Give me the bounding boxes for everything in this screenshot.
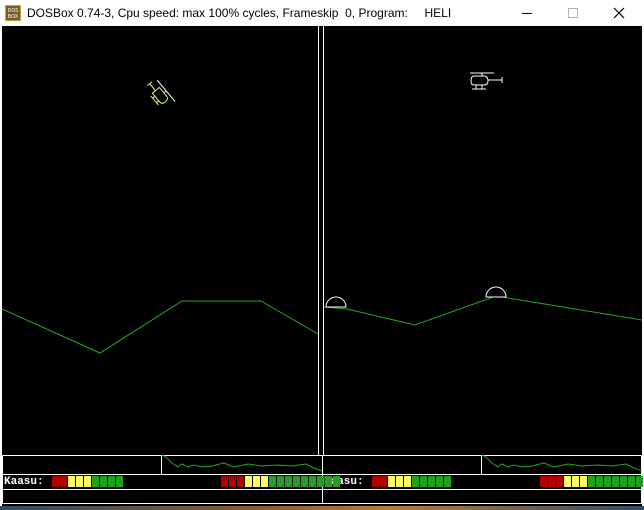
minimap-left (161, 454, 323, 472)
fuel-gauge-cell (580, 476, 587, 487)
fuel-gauge-left-a (52, 476, 124, 487)
fuel-gauge-cell (245, 476, 252, 487)
fuel-gauge-cell (261, 476, 268, 487)
fuel-gauge-cell (60, 476, 67, 487)
terrain-right (323, 295, 642, 326)
fuel-gauge-cell (92, 476, 99, 487)
fuel-gauge-cell (285, 476, 292, 487)
game-canvas (2, 26, 642, 504)
close-button[interactable] (596, 0, 642, 26)
fuel-gauge-cell (380, 476, 387, 487)
bunker-icon (325, 296, 347, 308)
fuel-gauge-cell (68, 476, 75, 487)
fuel-gauge-cell (277, 476, 284, 487)
fuel-gauge-cell (548, 476, 555, 487)
fuel-label-left: Kaasu: (4, 476, 44, 488)
fuel-gauge-cell (428, 476, 435, 487)
fuel-gauge-cell (612, 476, 619, 487)
fuel-gauge-cell (604, 476, 611, 487)
close-icon (613, 7, 625, 19)
fuel-gauge-right-a (372, 476, 452, 487)
fuel-gauge-cell (588, 476, 595, 487)
fuel-gauge-cell (108, 476, 115, 487)
dosbox-window: DOS BOX DOSBox 0.74-3, Cpu speed: max 10… (0, 0, 644, 510)
dosbox-icon[interactable]: DOS BOX (5, 5, 21, 21)
fuel-gauge-cell (396, 476, 403, 487)
fuel-gauge-cell (52, 476, 59, 487)
maximize-icon (568, 8, 578, 18)
icon-text-bottom: BOX (8, 14, 19, 20)
fuel-gauge-cell (333, 476, 340, 487)
fuel-gauge-cell (420, 476, 427, 487)
fuel-gauge-cell (237, 476, 244, 487)
fuel-gauge-cell (100, 476, 107, 487)
terrain-left (2, 300, 319, 354)
taskbar-strip (0, 506, 644, 510)
fuel-gauge-cell (388, 476, 395, 487)
fuel-gauge-right-b (540, 476, 644, 487)
fuel-gauge-cell (564, 476, 571, 487)
fuel-gauge-cell (317, 476, 324, 487)
fuel-gauge-cell (76, 476, 83, 487)
fuel-gauge-cell (293, 476, 300, 487)
fuel-gauge-cell (221, 476, 228, 487)
fuel-gauge-cell (309, 476, 316, 487)
helicopter-left-icon (147, 79, 176, 106)
minimize-button[interactable] (504, 0, 550, 26)
fuel-gauge-cell (372, 476, 379, 487)
window-title: DOSBox 0.74-3, Cpu speed: max 100% cycle… (27, 6, 452, 20)
bunker-icon (485, 286, 507, 298)
fuel-gauge-cell (596, 476, 603, 487)
fuel-gauge-cell (404, 476, 411, 487)
fuel-gauge-cell (436, 476, 443, 487)
helicopter-right-icon (470, 72, 503, 90)
minimize-icon (522, 13, 532, 14)
fuel-gauge-cell (116, 476, 123, 487)
game-screen[interactable]: Kaasu: Kaasu: (2, 26, 644, 506)
fuel-gauge-cell (540, 476, 547, 487)
minimap-right (481, 454, 642, 472)
fuel-gauge-cell (229, 476, 236, 487)
fuel-gauge-cell (620, 476, 627, 487)
fuel-gauge-cell (628, 476, 635, 487)
fuel-gauge-cell (636, 476, 643, 487)
fuel-gauge-left-b (221, 476, 341, 487)
fuel-gauge-cell (301, 476, 308, 487)
fuel-gauge-cell (269, 476, 276, 487)
fuel-gauge-cell (444, 476, 451, 487)
fuel-gauge-cell (412, 476, 419, 487)
fuel-gauge-cell (572, 476, 579, 487)
fuel-gauge-cell (325, 476, 332, 487)
fuel-gauge-cell (556, 476, 563, 487)
fuel-gauge-cell (84, 476, 91, 487)
maximize-button[interactable] (550, 0, 596, 26)
title-bar[interactable]: DOS BOX DOSBox 0.74-3, Cpu speed: max 10… (0, 0, 644, 26)
fuel-gauge-cell (253, 476, 260, 487)
